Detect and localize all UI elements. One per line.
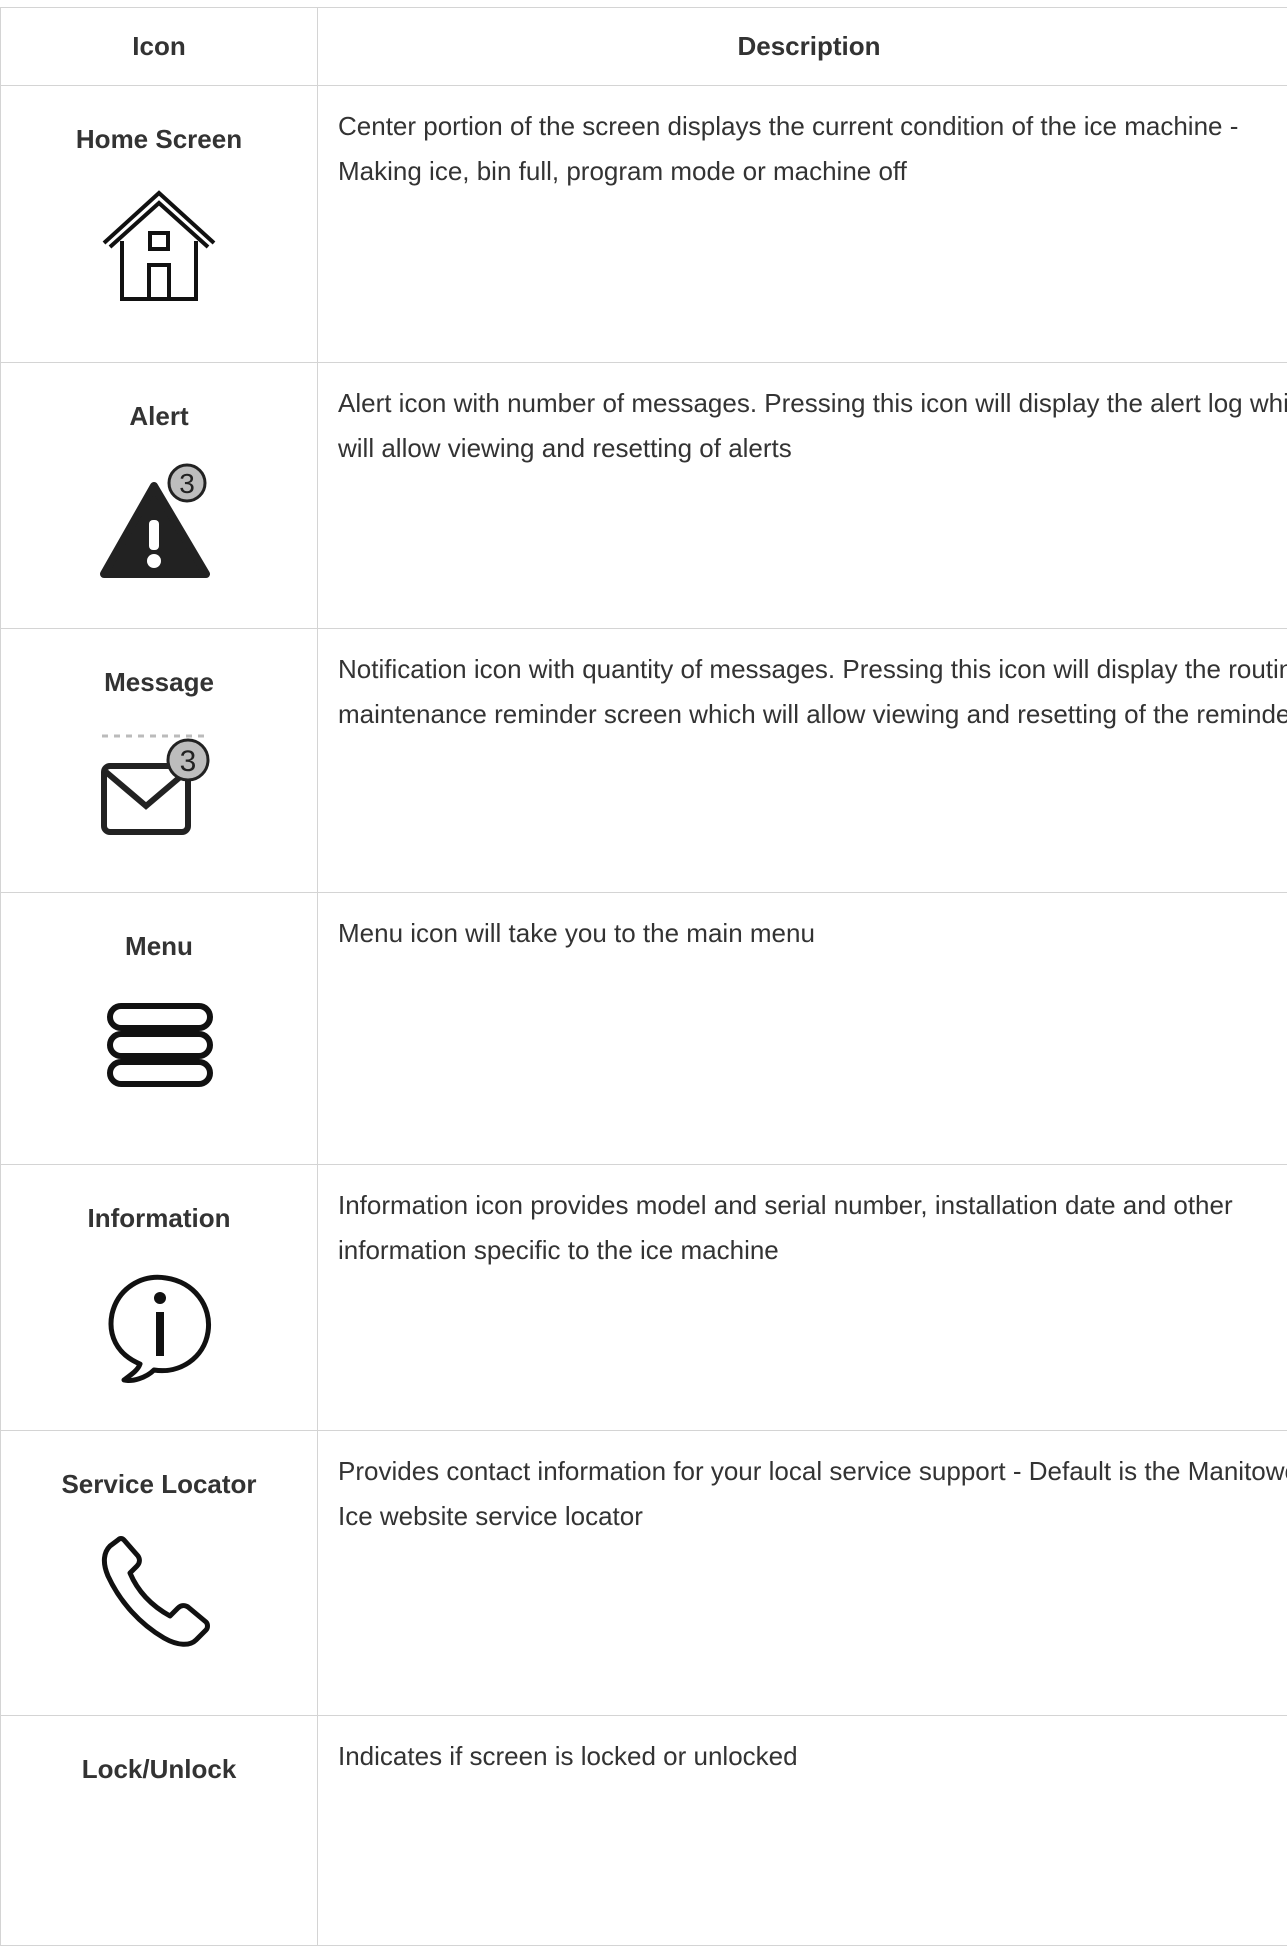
description-cell: Notification icon with quantity of messa…	[318, 629, 1287, 893]
description-alert: Alert icon with number of messages. Pres…	[338, 381, 1287, 471]
phone-icon	[94, 1526, 224, 1656]
icon-description-table: Icon Description Home Screen Ce	[0, 7, 1287, 1946]
message-badge-count: 3	[180, 745, 197, 778]
description-information: Information icon provides model and seri…	[338, 1183, 1287, 1273]
icon-cell: Lock/Unlock	[1, 1716, 318, 1946]
icon-cell: Home Screen	[1, 86, 318, 363]
icon-name-menu: Menu	[1, 893, 317, 962]
icon-name-home-screen: Home Screen	[1, 86, 317, 155]
icon-column-header: Icon	[1, 8, 318, 86]
description-cell: Menu icon will take you to the main menu	[318, 893, 1287, 1165]
table-row: Menu Menu icon will take you to the main…	[1, 893, 1287, 1165]
icon-name-message: Message	[1, 629, 317, 698]
icon-name-information: Information	[1, 1165, 317, 1234]
table-header-row: Icon Description	[1, 8, 1287, 86]
menu-icon	[94, 988, 224, 1118]
description-message: Notification icon with quantity of messa…	[338, 647, 1287, 737]
description-service-locator: Provides contact information for your lo…	[338, 1449, 1287, 1539]
table-row: Message 3 Notification icon with quantit…	[1, 629, 1287, 893]
description-column-header: Description	[318, 8, 1287, 86]
icon-name-service-locator: Service Locator	[1, 1431, 317, 1500]
description-menu: Menu icon will take you to the main menu	[338, 911, 1287, 956]
description-cell: Provides contact information for your lo…	[318, 1431, 1287, 1716]
description-cell: Alert icon with number of messages. Pres…	[318, 363, 1287, 629]
description-lock-unlock: Indicates if screen is locked or unlocke…	[338, 1734, 1287, 1779]
alert-badge-count: 3	[179, 468, 195, 499]
table-row: Home Screen Center portion of the screen…	[1, 86, 1287, 363]
table-row: Information Information icon provides mo…	[1, 1165, 1287, 1431]
description-cell: Information icon provides model and seri…	[318, 1165, 1287, 1431]
icon-name-alert: Alert	[1, 363, 317, 432]
alert-icon: 3	[94, 458, 224, 588]
description-cell: Indicates if screen is locked or unlocke…	[318, 1716, 1287, 1946]
home-icon	[94, 181, 224, 311]
description-cell: Center portion of the screen displays th…	[318, 86, 1287, 363]
information-icon	[94, 1260, 224, 1390]
icon-cell: Service Locator	[1, 1431, 318, 1716]
icon-cell: Message 3	[1, 629, 318, 893]
description-home-screen: Center portion of the screen displays th…	[338, 104, 1287, 194]
message-icon: 3	[94, 724, 224, 854]
icon-cell: Alert 3	[1, 363, 318, 629]
table-row: Lock/Unlock Indicates if screen is locke…	[1, 1716, 1287, 1946]
icon-cell: Information	[1, 1165, 318, 1431]
icon-name-lock-unlock: Lock/Unlock	[1, 1716, 317, 1785]
icon-cell: Menu	[1, 893, 318, 1165]
table-row: Service Locator Provides contact informa…	[1, 1431, 1287, 1716]
table-row: Alert 3 Alert icon with number of messag…	[1, 363, 1287, 629]
